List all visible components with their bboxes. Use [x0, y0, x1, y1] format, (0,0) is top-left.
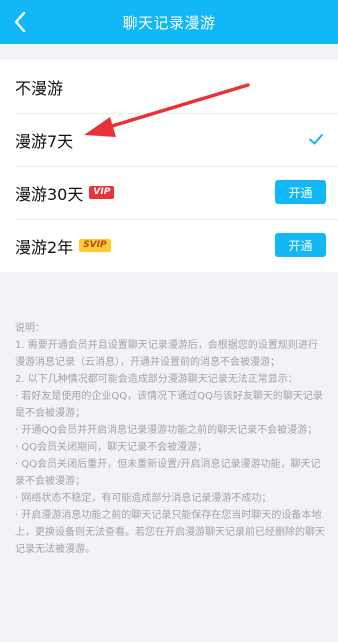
checkmark-icon [309, 134, 323, 145]
option-roaming-2-years[interactable]: 漫游2年 SVIP 开通 [0, 219, 338, 272]
back-button[interactable] [6, 8, 34, 36]
activate-button[interactable]: 开通 [275, 233, 326, 257]
vip-badge: VIP [89, 186, 115, 199]
red-arrow-annotation [84, 83, 250, 137]
svip-badge: SVIP [79, 239, 111, 252]
description-line: 2. 以下几种情况都可能会造成部分漫游聊天记录无法正常显示： [15, 374, 298, 385]
description-line: · 开通QQ会员并开启消息记录漫游功能之前的聊天记录不会被漫游； [15, 425, 318, 436]
option-roaming-30-days[interactable]: 漫游30天 VIP 开通 [0, 166, 338, 219]
description-line: · 若好友是使用的企业QQ，该情况下通过QQ与该好友聊天的聊天记录是不会被漫游； [15, 391, 323, 419]
option-label: 漫游30天 [15, 184, 84, 204]
chevron-left-icon [14, 11, 26, 33]
option-label: 不漫游 [15, 78, 64, 98]
nav-bar: 聊天记录漫游 [0, 0, 338, 44]
description-line: · 开启漫游消息功能之前的聊天记录只能保存在您当时聊天的设备本地上，更换设备则无… [15, 510, 325, 555]
page-title: 聊天记录漫游 [122, 13, 216, 32]
description-line: 1. 需要开通会员并且设置聊天记录漫游后，会根据您的设置规则进行漫游消息记录（云… [15, 340, 318, 368]
option-label: 漫游2年 [15, 237, 74, 257]
description-line: · QQ会员关闭后重开，但未重新设置/开启消息记录漫游功能，聊天记录不会被漫游； [15, 459, 321, 487]
description-text: 说明： 1. 需要开通会员并且设置聊天记录漫游后，会根据您的设置规则进行漫游消息… [15, 320, 327, 558]
option-label: 漫游7天 [15, 131, 74, 151]
description-line: 说明： [15, 323, 45, 334]
activate-button[interactable]: 开通 [275, 180, 326, 204]
description-line: · QQ会员关闭期间，聊天记录不会被漫游； [15, 442, 208, 453]
description-line: · 网络状态不稳定，有可能造成部分消息记录漫游不成功； [15, 493, 272, 504]
